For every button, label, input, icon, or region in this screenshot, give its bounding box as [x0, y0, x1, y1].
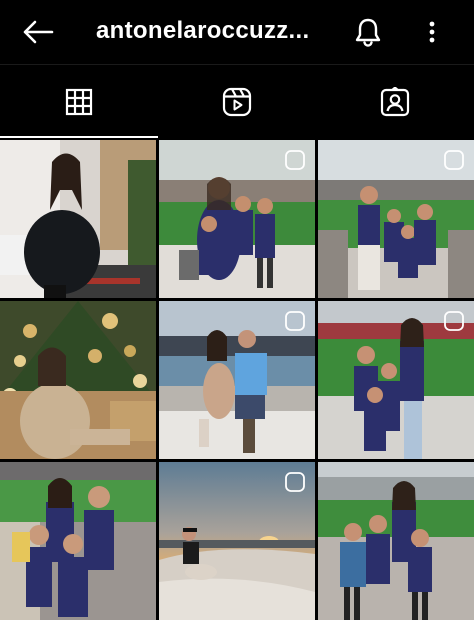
reels-icon: [222, 87, 252, 117]
more-options-button[interactable]: [418, 14, 446, 50]
profile-username: antonelaroccuzz...: [96, 17, 310, 44]
post-tile[interactable]: [159, 140, 315, 298]
reels-badge-icon: [444, 311, 464, 331]
post-tile[interactable]: [159, 462, 315, 620]
post-tile[interactable]: [0, 301, 156, 459]
post-tile[interactable]: [318, 301, 474, 459]
active-tab-indicator: [0, 136, 158, 138]
more-vertical-icon: [429, 21, 435, 43]
post-tile[interactable]: [318, 462, 474, 620]
arrow-left-icon: [23, 20, 54, 44]
notifications-button[interactable]: [348, 14, 388, 50]
reels-badge-icon: [285, 311, 305, 331]
profile-tabs: [0, 64, 474, 138]
tab-reels[interactable]: [158, 65, 316, 139]
reels-badge-icon: [285, 472, 305, 492]
tab-grid[interactable]: [0, 65, 158, 139]
grid-icon: [65, 88, 93, 116]
profile-header: antonelaroccuzz...: [0, 0, 474, 64]
post-tile[interactable]: [318, 140, 474, 298]
post-tile[interactable]: [0, 140, 156, 298]
post-tile[interactable]: [159, 301, 315, 459]
posts-grid: [0, 140, 474, 620]
tab-tagged[interactable]: [316, 65, 474, 139]
reels-badge-icon: [444, 150, 464, 170]
reels-badge-icon: [285, 150, 305, 170]
back-button[interactable]: [18, 14, 58, 50]
tagged-person-icon: [380, 87, 410, 117]
post-tile[interactable]: [0, 462, 156, 620]
bell-icon: [355, 18, 381, 47]
